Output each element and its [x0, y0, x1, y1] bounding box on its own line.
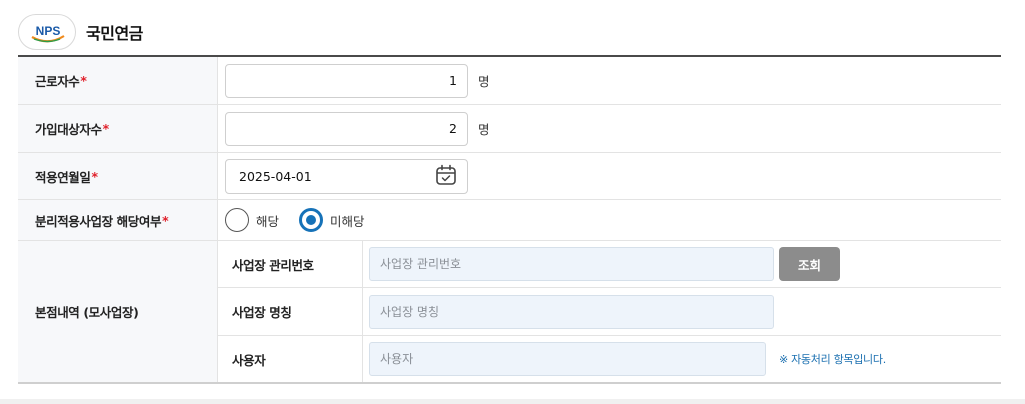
lookup-button[interactable]: 조회 [779, 247, 840, 281]
cell-workers: 1 명 [218, 57, 1001, 104]
bottom-divider [0, 399, 1025, 404]
cell-mgmt-no: 조회 [363, 241, 1001, 287]
label-workers-text: 근로자수 [35, 74, 80, 89]
label-enrollees-text: 가입대상자수 [35, 122, 102, 137]
calendar-icon[interactable] [435, 164, 457, 189]
label-apply-date-text: 적용연월일 [35, 169, 91, 185]
radio-applicable[interactable]: 해당 [225, 208, 279, 232]
row-user: 사용자 ※ 자동처리 항목입니다. [218, 336, 1001, 382]
row-separate-site: 분리적용사업장 해당여부 * 해당 미해당 [18, 200, 1001, 241]
required-mark: * [80, 73, 87, 88]
separate-site-radio-group: 해당 미해당 [225, 208, 385, 232]
label-workers: 근로자수 * [18, 57, 218, 104]
pension-form: 근로자수 * 1 명 가입대상자수 * 2 명 적용연월일 * 2025-04-01 [18, 55, 1001, 384]
page-title: 국민연금 [86, 24, 143, 43]
radio-applicable-label[interactable]: 해당 [256, 211, 279, 230]
cell-user: ※ 자동처리 항목입니다. [363, 336, 1001, 382]
label-apply-date: 적용연월일 * [18, 153, 218, 199]
auto-process-note: ※ 자동처리 항목입니다. [779, 353, 886, 366]
radio-not-applicable[interactable]: 미해당 [299, 208, 365, 232]
workers-input[interactable]: 1 [225, 63, 468, 98]
row-site-name: 사업장 명칭 [218, 288, 1001, 336]
user-input[interactable] [369, 342, 766, 376]
head-office-fields: 사업장 관리번호 조회 사업장 명칭 사용자 ※ [218, 241, 1001, 382]
header: NPS 국민연금 [18, 13, 143, 51]
radio-not-applicable-circle[interactable] [299, 208, 324, 232]
calendar-icon-graphic [436, 164, 456, 185]
row-apply-date: 적용연월일 * 2025-04-01 [18, 153, 1001, 200]
required-mark: * [162, 212, 169, 228]
required-mark: * [102, 121, 110, 136]
required-mark: * [91, 168, 99, 184]
cell-site-name [363, 288, 1001, 335]
logo-text: NPS [36, 24, 61, 38]
nps-logo-graphic: NPS [31, 24, 65, 43]
label-mgmt-no: 사업장 관리번호 [218, 241, 363, 287]
row-workers: 근로자수 * 1 명 [18, 57, 1001, 105]
cell-apply-date: 2025-04-01 [218, 153, 1001, 199]
workers-unit: 명 [478, 74, 490, 89]
row-enrollees: 가입대상자수 * 2 명 [18, 105, 1001, 153]
label-separate-site: 분리적용사업장 해당여부 * [18, 200, 218, 240]
apply-date-value: 2025-04-01 [239, 168, 312, 184]
cell-separate-site: 해당 미해당 [218, 200, 1001, 240]
nps-logo: NPS [18, 14, 76, 50]
label-user: 사용자 [218, 336, 363, 382]
row-head-office: 본점내역 (모사업장) 사업장 관리번호 조회 사업장 명칭 사용 [18, 241, 1001, 382]
cell-enrollees: 2 명 [218, 105, 1001, 152]
radio-applicable-circle[interactable] [225, 208, 249, 232]
label-separate-site-text: 분리적용사업장 해당여부 [35, 213, 162, 229]
site-name-input[interactable] [369, 294, 774, 329]
page: NPS 국민연금 근로자수 * 1 명 가입대상자수 * 2 명 적용연월일 *… [0, 0, 1025, 404]
apply-date-input[interactable]: 2025-04-01 [225, 158, 468, 194]
enrollees-input[interactable]: 2 [225, 111, 468, 146]
enrollees-unit: 명 [478, 122, 490, 137]
radio-not-applicable-label[interactable]: 미해당 [330, 211, 365, 230]
label-head-office: 본점내역 (모사업장) [18, 241, 218, 382]
row-mgmt-no: 사업장 관리번호 조회 [218, 241, 1001, 288]
label-enrollees: 가입대상자수 * [18, 105, 218, 152]
mgmt-no-input[interactable] [369, 247, 774, 281]
label-site-name: 사업장 명칭 [218, 288, 363, 335]
